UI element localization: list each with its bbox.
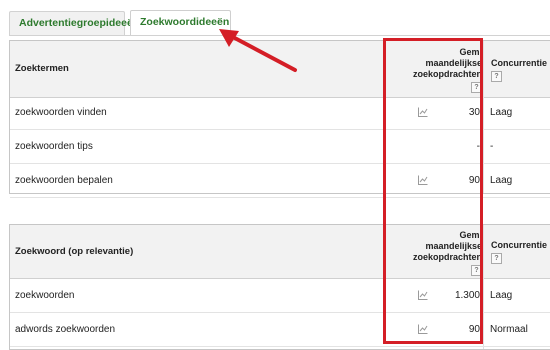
help-icon[interactable]: ? xyxy=(491,71,502,82)
tab-ad-group-ideas[interactable]: Advertentiegroepideeën xyxy=(9,11,139,35)
help-icon[interactable]: ? xyxy=(491,253,502,264)
column-header-competition[interactable]: Concurrentie ? xyxy=(491,240,547,264)
keyword-text: zoekwoorden tips xyxy=(15,141,93,152)
column-header-competition[interactable]: Concurrentie ? xyxy=(491,58,547,82)
competition-level: - xyxy=(490,141,494,152)
competition-level: Laag xyxy=(490,107,513,118)
keyword-text: adwords zoekwoorden xyxy=(15,324,116,335)
keyword-text: zoekwoorden bepalen xyxy=(15,175,113,186)
pointer-arrow-icon xyxy=(219,29,297,72)
competition-level: Laag xyxy=(490,290,513,301)
keyword-text: zoekwoorden vinden xyxy=(15,107,107,118)
column-header-keyword[interactable]: Zoektermen xyxy=(15,63,69,74)
keyword-text: zoekwoorden xyxy=(15,290,75,301)
volume-highlight-box xyxy=(383,38,483,344)
competition-level: Laag xyxy=(490,175,513,186)
competition-level: Normaal xyxy=(490,324,528,335)
column-header-keyword[interactable]: Zoekwoord (op relevantie) xyxy=(15,246,133,257)
